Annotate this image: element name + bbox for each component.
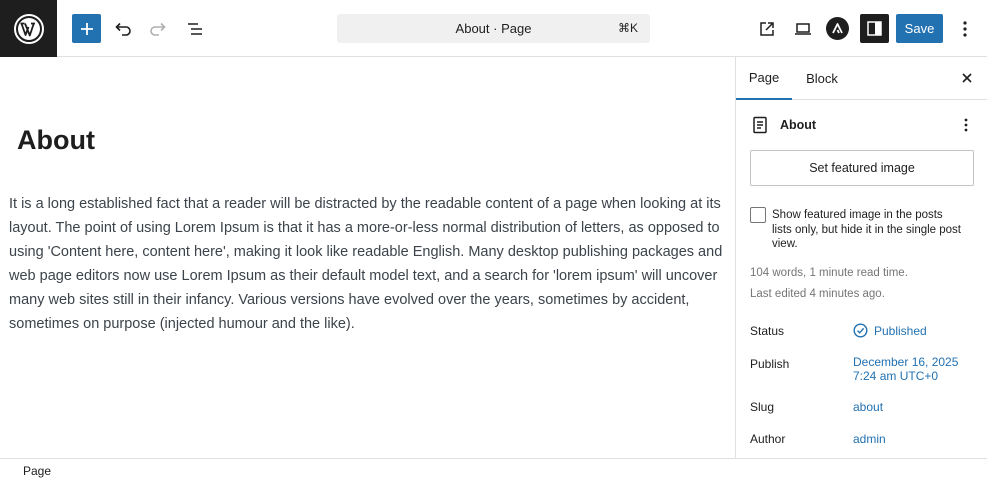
plugin-a-button[interactable] xyxy=(826,17,849,40)
document-summary: About xyxy=(750,115,976,135)
vertical-ellipsis-icon xyxy=(963,20,967,37)
close-icon xyxy=(962,73,972,83)
featured-image-checkbox[interactable] xyxy=(750,207,766,223)
status-label: Status xyxy=(750,324,785,338)
astra-logo-icon xyxy=(832,23,843,34)
command-palette-bar[interactable]: About · Page ⌘K xyxy=(337,14,650,43)
plus-icon xyxy=(80,22,93,35)
tab-page[interactable]: Page xyxy=(736,57,792,100)
last-edited-text: Last edited 4 minutes ago. xyxy=(750,288,885,300)
sidebar-panel-icon xyxy=(867,21,882,36)
page-icon xyxy=(753,116,767,134)
settings-sidebar-toggle[interactable] xyxy=(860,14,889,43)
desktop-icon xyxy=(794,22,811,35)
breadcrumb-page[interactable]: Page xyxy=(23,464,51,478)
shortcut-hint: ⌘K xyxy=(617,21,638,35)
preview-device-button[interactable] xyxy=(788,14,817,43)
redo-button[interactable] xyxy=(143,14,172,43)
sidebar-tabs: Page Block xyxy=(736,57,987,100)
wordpress-logo-button[interactable] xyxy=(0,0,57,57)
external-link-icon xyxy=(759,21,774,36)
list-view-icon xyxy=(187,22,202,35)
block-breadcrumb-bar: Page xyxy=(0,458,987,481)
save-button[interactable]: Save xyxy=(896,14,943,43)
settings-sidebar: Page Block About Set featured image Show… xyxy=(735,57,987,458)
document-overview-button[interactable] xyxy=(180,14,209,43)
slug-value-button[interactable]: about xyxy=(853,400,883,414)
tab-block[interactable]: Block xyxy=(794,57,850,100)
wordpress-icon xyxy=(13,13,44,44)
author-label: Author xyxy=(750,432,786,446)
publish-label: Publish xyxy=(750,357,790,371)
document-actions-button[interactable] xyxy=(956,115,976,135)
publish-date-text: December 16, 2025 xyxy=(853,355,959,369)
page-title[interactable]: About xyxy=(17,125,95,156)
vertical-ellipsis-icon xyxy=(964,118,968,132)
undo-button[interactable] xyxy=(108,14,137,43)
slug-label: Slug xyxy=(750,400,775,414)
undo-icon xyxy=(114,22,131,36)
document-title-label: About · Page xyxy=(455,21,532,36)
editor-canvas: About It is a long established fact that… xyxy=(0,57,735,458)
editor-header: About · Page ⌘K Save xyxy=(0,0,987,57)
close-sidebar-button[interactable] xyxy=(954,65,980,91)
status-value-button[interactable]: Published xyxy=(874,324,927,338)
paragraph-block[interactable]: It is a long established fact that a rea… xyxy=(9,192,725,336)
word-count-text: 104 words, 1 minute read time. xyxy=(750,267,908,279)
published-check-icon xyxy=(853,323,868,338)
publish-date-button[interactable]: December 16, 2025 7:24 am UTC+0 xyxy=(853,355,958,383)
featured-image-checkbox-label[interactable]: Show featured image in the posts lists o… xyxy=(772,208,962,252)
document-title: About xyxy=(780,118,817,132)
redo-icon xyxy=(149,22,166,36)
block-inserter-button[interactable] xyxy=(72,14,101,43)
view-page-button[interactable] xyxy=(752,14,781,43)
author-value-button[interactable]: admin xyxy=(853,432,886,446)
publish-time-text: 7:24 am UTC+0 xyxy=(853,369,939,383)
options-menu-button[interactable] xyxy=(952,14,978,43)
set-featured-image-button[interactable]: Set featured image xyxy=(750,150,974,186)
